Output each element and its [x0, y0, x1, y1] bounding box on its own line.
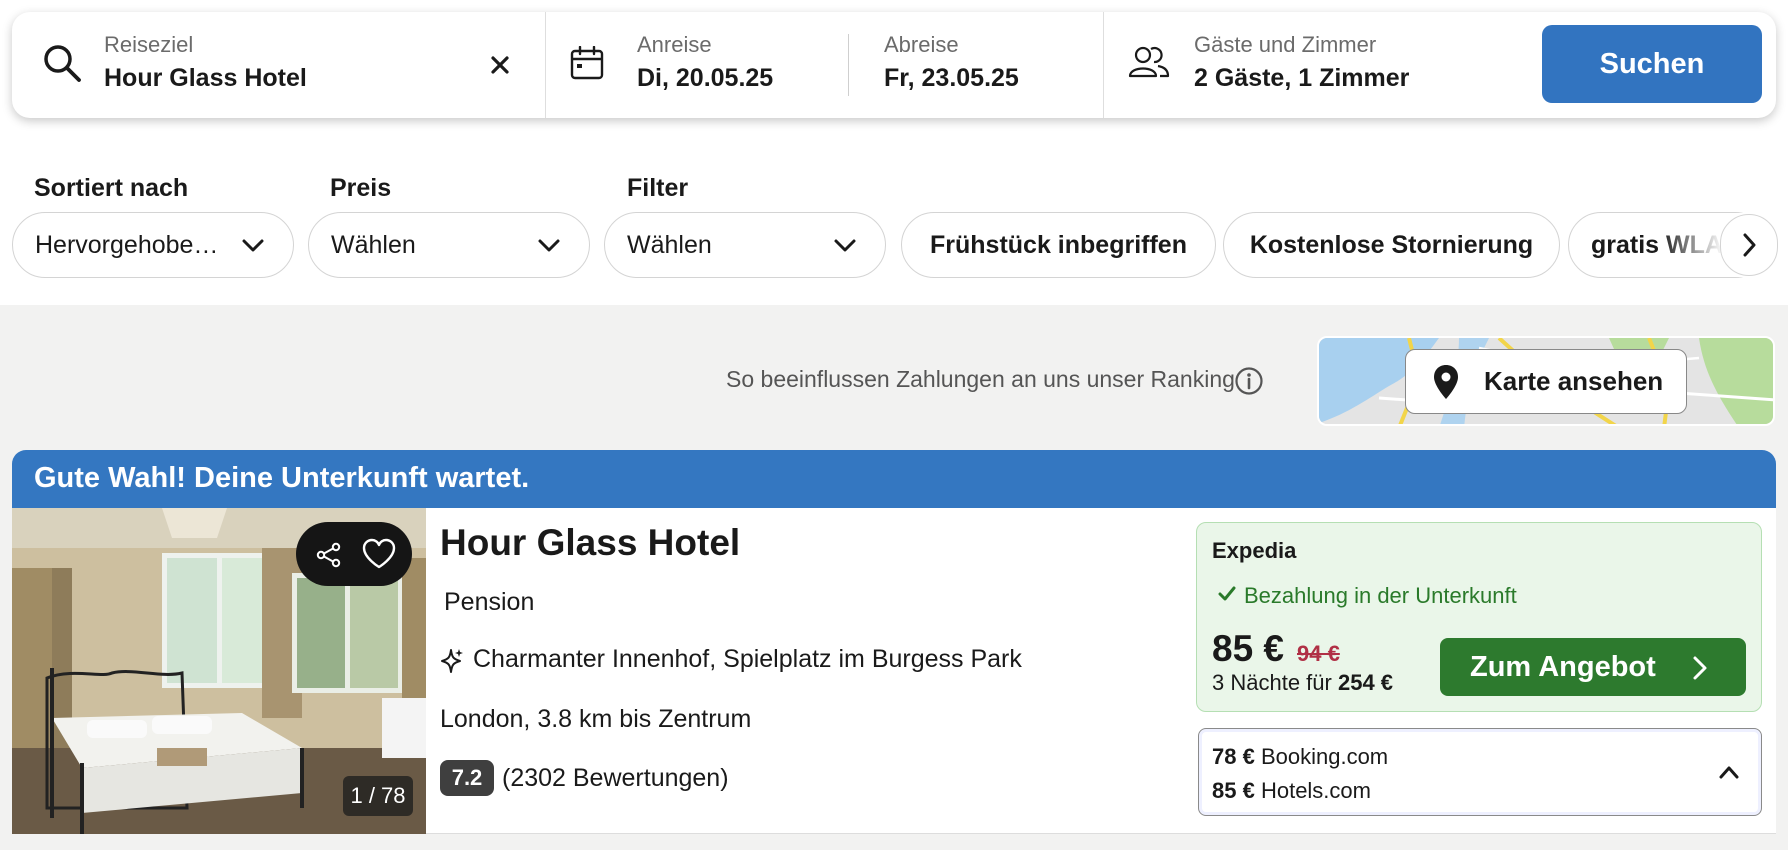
other-offer-price: 85 €	[1212, 778, 1255, 803]
chevron-down-icon	[834, 239, 856, 252]
sort-dropdown[interactable]: Hervorgehobe…	[12, 212, 294, 278]
checkout-field[interactable]: Abreise Fr, 23.05.25	[850, 12, 1115, 118]
other-offer-provider: Hotels.com	[1260, 778, 1371, 803]
hotel-highlight: Charmanter Innenhof, Spielplatz im Burge…	[473, 645, 1022, 673]
other-offer-provider: Booking.com	[1260, 744, 1389, 769]
other-offer[interactable]: 78 € Booking.com	[1212, 744, 1388, 770]
guests-label: Gäste und Zimmer	[1194, 32, 1377, 57]
share-icon[interactable]	[316, 542, 342, 568]
photo-counter: 1 / 78	[343, 776, 413, 816]
destination-value: Hour Glass Hotel	[104, 64, 307, 92]
payment-note: Bezahlung in der Unterkunft	[1244, 583, 1517, 608]
total-price: 3 Nächte für 254 €	[1212, 670, 1393, 696]
hotel-location: London, 3.8 km bis Zentrum	[440, 705, 752, 733]
calendar-icon	[570, 46, 604, 80]
rating-badge: 7.2	[440, 760, 494, 796]
checkin-label: Anreise	[637, 32, 712, 57]
checkout-value: Fr, 23.05.25	[884, 64, 1019, 92]
search-icon	[44, 45, 81, 82]
checkin-field[interactable]: Anreise Di, 20.05.25	[546, 12, 836, 118]
destination-label: Reiseziel	[104, 32, 194, 57]
total-prefix: 3 Nächte für	[1212, 670, 1332, 695]
filter-label: Filter	[627, 174, 689, 202]
chips-next-button[interactable]	[1720, 214, 1778, 276]
total-value: 254 €	[1337, 670, 1394, 695]
filter-value: Wählen	[627, 230, 712, 259]
guests-value: 2 Gäste, 1 Zimmer	[1194, 64, 1410, 92]
sparkle-icon	[441, 649, 463, 673]
divider	[848, 34, 849, 96]
result-banner: Gute Wahl! Deine Unterkunft wartet.	[12, 450, 1776, 508]
guests-field[interactable]: Gäste und Zimmer 2 Gäste, 1 Zimmer	[1104, 12, 1524, 118]
hotel-type: Pension	[444, 588, 535, 616]
clear-icon[interactable]	[490, 55, 510, 75]
chevron-right-icon	[1743, 233, 1756, 257]
checkin-value: Di, 20.05.25	[637, 64, 774, 92]
sort-label: Sortiert nach	[34, 174, 189, 202]
deal-button-label: Zum Angebot	[1470, 650, 1656, 683]
price-label: Preis	[330, 174, 392, 202]
price-value: Wählen	[331, 230, 416, 259]
hotel-name[interactable]: Hour Glass Hotel	[440, 522, 740, 564]
chevron-down-icon	[242, 239, 264, 252]
ranking-note[interactable]: So beeinflussen Zahlungen an uns unser R…	[726, 366, 1235, 393]
old-price: 94 €	[1297, 641, 1340, 666]
photo-actions	[296, 522, 412, 586]
offer-price: 85 €	[1212, 628, 1285, 669]
info-icon[interactable]	[1234, 366, 1264, 396]
checkout-label: Abreise	[884, 32, 959, 57]
deal-button[interactable]: Zum Angebot	[1440, 638, 1746, 696]
guests-icon	[1128, 46, 1170, 78]
review-count: (2302 Bewertungen)	[502, 764, 729, 792]
other-offer[interactable]: 85 € Hotels.com	[1212, 778, 1371, 804]
check-icon	[1218, 586, 1236, 601]
chevron-down-icon	[538, 239, 560, 252]
search-bar: Reiseziel Hour Glass Hotel Anreise Di, 2…	[12, 12, 1776, 118]
sort-value: Hervorgehobe…	[35, 230, 219, 259]
other-offer-price: 78 €	[1212, 744, 1255, 769]
chevron-up-icon[interactable]	[1718, 764, 1740, 780]
chip-free-cancellation[interactable]: Kostenlose Stornierung	[1223, 212, 1560, 278]
search-button[interactable]: Suchen	[1542, 25, 1762, 103]
chip-breakfast[interactable]: Frühstück inbegriffen	[901, 212, 1216, 278]
destination-field[interactable]: Reiseziel Hour Glass Hotel	[12, 12, 545, 118]
offer-provider: Expedia	[1212, 538, 1297, 563]
map-pin-icon	[1434, 365, 1458, 399]
chevron-right-icon	[1693, 656, 1707, 680]
price-dropdown[interactable]: Wählen	[308, 212, 590, 278]
filter-dropdown[interactable]: Wählen	[604, 212, 886, 278]
heart-icon[interactable]	[362, 538, 396, 570]
